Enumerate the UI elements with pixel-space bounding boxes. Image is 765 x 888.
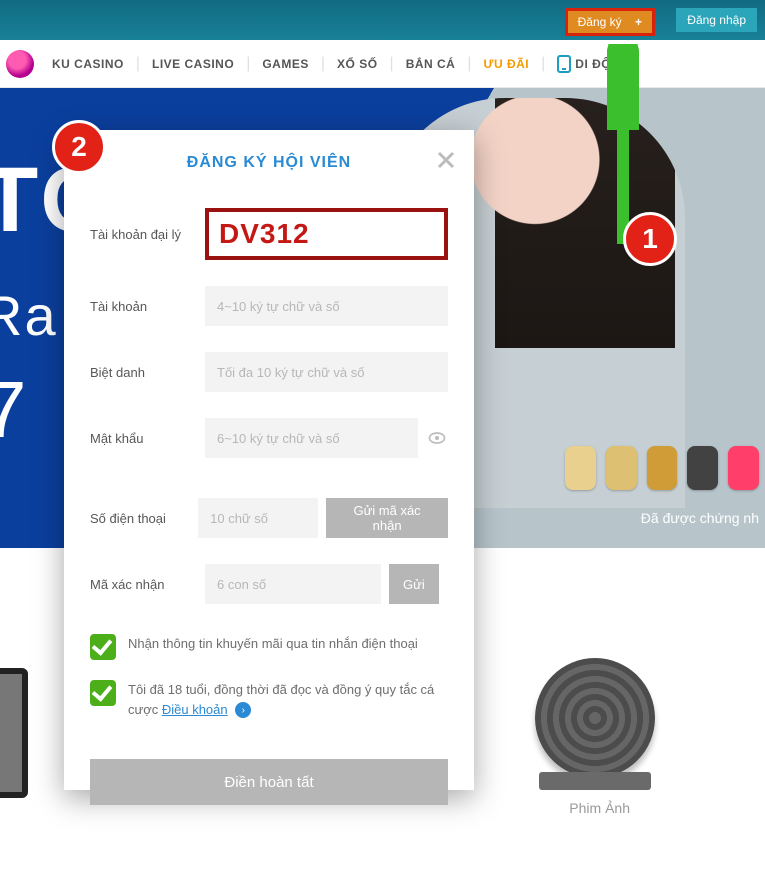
annotation-badge-2: 2 (52, 120, 106, 174)
nav-item-livecasino[interactable]: LIVE CASINO (140, 57, 246, 71)
promo-strip (565, 438, 765, 498)
terms-checkbox-label: Tôi đã 18 tuổi, đồng thời đã đọc và đồng… (128, 680, 448, 719)
send-code-button[interactable]: Gửi mã xác nhận (326, 498, 448, 538)
terms-checkbox-row: Tôi đã 18 tuổi, đồng thời đã đọc và đồng… (90, 680, 448, 719)
send-button[interactable]: Gửi (389, 564, 439, 604)
nav-item-fish[interactable]: BẮN CÁ (394, 57, 468, 71)
media-thumb[interactable] (0, 668, 28, 798)
submit-button[interactable]: Điền hoàn tất (90, 759, 448, 805)
nav-item-games[interactable]: GAMES (250, 57, 321, 71)
phone-label: Số điện thoại (90, 511, 198, 526)
mobile-icon (557, 55, 571, 73)
nav-item-mobile[interactable]: DI ĐỘNG (545, 55, 642, 73)
promo-checkbox-label: Nhận thông tin khuyến mãi qua tin nhắn đ… (128, 634, 418, 654)
register-label: Đăng ký (578, 15, 622, 29)
login-label: Đăng nhập (687, 13, 746, 27)
main-nav: KU CASINO | LIVE CASINO | GAMES | XỔ SỐ … (0, 40, 765, 88)
nav-item-kucasino[interactable]: KU CASINO (40, 57, 136, 71)
phone-row: Số điện thoại Gửi mã xác nhận (90, 498, 448, 538)
promo-checkbox[interactable] (90, 634, 116, 660)
account-row: Tài khoản (90, 286, 448, 326)
promo-tile[interactable] (687, 446, 718, 490)
nickname-label: Biệt danh (90, 365, 205, 380)
login-button[interactable]: Đăng nhập (676, 8, 757, 32)
password-label: Mật khẩu (90, 431, 205, 446)
account-label: Tài khoản (90, 299, 205, 314)
annotation-badge-1: 1 (623, 212, 677, 266)
code-label: Mã xác nhận (90, 577, 205, 592)
phone-input[interactable] (198, 498, 318, 538)
terms-arrow-icon: › (235, 702, 251, 718)
code-input[interactable] (205, 564, 381, 604)
register-modal: ĐĂNG KÝ HỘI VIÊN Tài khoản đại lý DV312 … (64, 130, 474, 790)
promo-tile[interactable] (728, 446, 759, 490)
terms-checkbox[interactable] (90, 680, 116, 706)
plus-icon: + (635, 15, 642, 29)
promo-tile[interactable] (565, 446, 596, 490)
password-input[interactable] (205, 418, 418, 458)
nickname-input[interactable] (205, 352, 448, 392)
register-button[interactable]: Đăng ký + (565, 8, 655, 36)
modal-title: ĐĂNG KÝ HỘI VIÊN (90, 154, 448, 172)
brand-logo-icon[interactable] (6, 50, 34, 78)
checkboxes: Nhận thông tin khuyến mãi qua tin nhắn đ… (90, 634, 448, 719)
account-input[interactable] (205, 286, 448, 326)
verified-text: Đã được chứng nh (641, 510, 759, 526)
nav-item-promo[interactable]: ƯU ĐÃI (472, 57, 542, 71)
close-icon (434, 148, 458, 172)
agent-row: Tài khoản đại lý DV312 (90, 208, 448, 260)
toggle-password-icon[interactable] (426, 427, 448, 449)
close-button[interactable] (434, 148, 458, 177)
agent-value: DV312 (205, 208, 448, 260)
agent-label: Tài khoản đại lý (90, 227, 205, 242)
nav-item-lottery[interactable]: XỔ SỐ (325, 57, 390, 71)
promo-checkbox-row: Nhận thông tin khuyến mãi qua tin nhắn đ… (90, 634, 448, 660)
nav-item-mobile-label: DI ĐỘNG (575, 57, 630, 71)
code-row: Mã xác nhận Gửi (90, 564, 448, 604)
promo-tile[interactable] (606, 446, 637, 490)
promo-tile[interactable] (647, 446, 678, 490)
password-row: Mật khẩu (90, 418, 448, 458)
terms-link[interactable]: Điều khoản (162, 702, 228, 717)
film-reel-icon[interactable] (535, 658, 655, 778)
top-bar: Đăng ký + Đăng nhập (0, 0, 765, 40)
nickname-row: Biệt danh (90, 352, 448, 392)
media-label: Phim Ảnh (569, 800, 630, 816)
